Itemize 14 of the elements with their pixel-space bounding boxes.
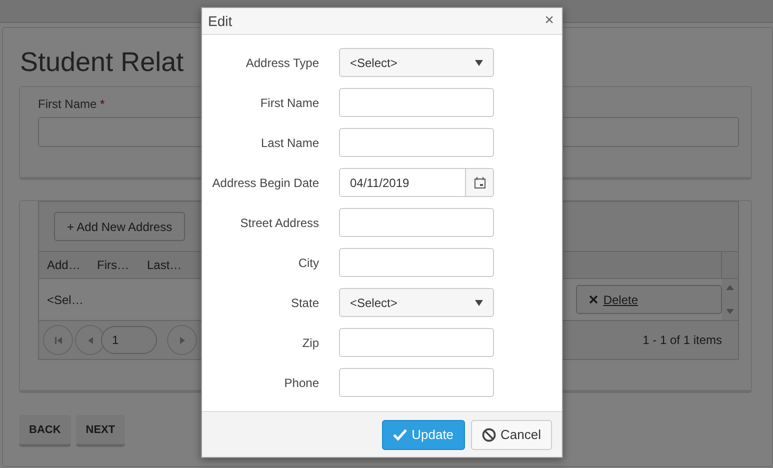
field-label: Phone bbox=[283, 376, 319, 390]
table-cell-text: <Sel… bbox=[46, 292, 84, 306]
field-label: Zip bbox=[301, 336, 319, 350]
field-label: First Name bbox=[259, 96, 319, 110]
pager-summary: 1 - 1 of 1 items bbox=[642, 333, 722, 347]
field-label: State bbox=[290, 296, 319, 310]
field-label: First Name * bbox=[38, 97, 105, 111]
dialog-title: Edit bbox=[208, 13, 232, 29]
field-label: Street Address bbox=[239, 216, 319, 230]
field-label: Address Begin Date bbox=[211, 176, 319, 190]
field-label: Last Name bbox=[260, 136, 319, 150]
page-title: Student Relat bbox=[20, 46, 184, 79]
field-label: City bbox=[297, 256, 319, 270]
field-label: Address Type bbox=[244, 56, 319, 70]
